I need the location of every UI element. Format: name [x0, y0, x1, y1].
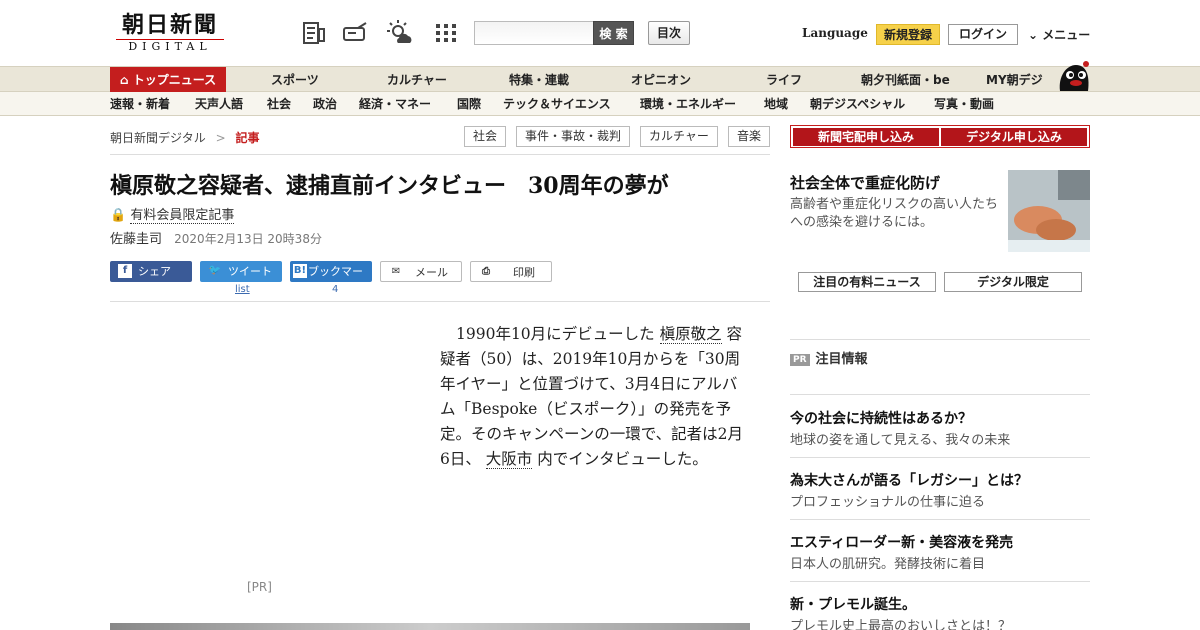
divider: [790, 394, 1090, 395]
pr-section-heading: PR 注目情報: [790, 348, 868, 367]
article-photo[interactable]: [110, 623, 750, 630]
tab-digital-only[interactable]: デジタル限定: [944, 272, 1082, 292]
breadcrumb: 朝日新聞デジタル > 記事: [110, 129, 260, 146]
pr-item-desc: 日本人の肌研究。発酵技術に着目: [790, 557, 986, 572]
subnav-international[interactable]: 国際: [457, 92, 481, 116]
toc-button[interactable]: 目次: [648, 21, 690, 45]
hatena-bookmark-button[interactable]: B! ブックマーク: [290, 261, 372, 299]
subnav-photo[interactable]: 写真・動画: [934, 92, 994, 116]
tag-incident[interactable]: 事件・事故・裁判: [516, 126, 630, 147]
divider: [110, 154, 770, 155]
subnav-society[interactable]: 社会: [267, 92, 291, 116]
nav-culture[interactable]: カルチャー: [387, 67, 447, 93]
menu-button[interactable]: ⌄ メニュー: [1028, 26, 1090, 43]
divider: [790, 339, 1090, 340]
nav-sports[interactable]: スポーツ: [271, 67, 319, 93]
twitter-count[interactable]: list: [235, 284, 250, 295]
pr-item-title: 為末大さんが語る「レガシー」とは？: [790, 473, 1028, 489]
pr-badge: PR: [790, 354, 810, 366]
sub-nav: 速報・新着 天声人語 社会 政治 経済・マネー 国際 テック＆サイエンス 環境・…: [0, 92, 1200, 116]
search-input[interactable]: [474, 21, 594, 45]
subnav-environment[interactable]: 環境・エネルギー: [640, 92, 736, 116]
chevron-down-icon: ⌄: [1028, 28, 1043, 42]
language-link[interactable]: Language: [802, 26, 868, 40]
person-link[interactable]: 槇原敬之: [659, 325, 722, 344]
nav-life[interactable]: ライフ: [766, 67, 802, 93]
register-button[interactable]: 新規登録: [876, 24, 940, 45]
logo-main-text: 朝日新聞: [121, 12, 218, 38]
search-button[interactable]: 検 索: [593, 21, 634, 45]
nav-top-news[interactable]: ⌂ トップニュース: [110, 67, 227, 93]
promo-description[interactable]: 高齢者や重症化リスクの高い人たちへの感染を避けるには。: [790, 196, 1000, 232]
paid-member-label[interactable]: 🔒 有料会員限定記事: [110, 204, 235, 224]
pr-item-title: 今の社会に持続性はあるか？: [790, 411, 972, 427]
promo-image[interactable]: [1008, 170, 1090, 252]
mascot-icon[interactable]: [1056, 59, 1092, 93]
twitter-icon: 🐦: [208, 265, 222, 276]
pr-item[interactable]: 為末大さんが語る「レガシー」とは？ プロフェッショナルの仕事に迫る: [790, 471, 1090, 520]
byline: 佐藤圭司 2020年2月13日 20時38分: [110, 228, 322, 247]
pr-item-title: エスティローダー新・美容液を発売: [790, 535, 1014, 551]
main-nav: ⌂ トップニュース スポーツ カルチャー 特集・連載 オピニオン ライフ 朝夕刊…: [0, 61, 1200, 93]
home-icon: ⌂: [120, 73, 133, 87]
subnav-politics[interactable]: 政治: [313, 92, 337, 116]
facebook-icon: f: [118, 264, 132, 278]
newspaper-icon[interactable]: [300, 19, 328, 47]
article-body: 1990年10月にデビューした 槇原敬之 容疑者（50）は、2019年10月から…: [440, 325, 743, 469]
logo-sub-text: DIGITAL: [116, 39, 224, 53]
tag-society[interactable]: 社会: [464, 126, 506, 147]
nav-my-asahi[interactable]: MY朝デジ: [986, 67, 1043, 93]
apps-grid-icon[interactable]: [432, 19, 460, 47]
subnav-tenseijingo[interactable]: 天声人語: [195, 92, 243, 116]
place-link[interactable]: 大阪市: [485, 450, 533, 469]
publish-date: 2020年2月13日 20時38分: [174, 232, 322, 246]
subnav-latest[interactable]: 速報・新着: [110, 92, 170, 116]
login-button[interactable]: ログイン: [948, 24, 1018, 45]
nav-opinion[interactable]: オピニオン: [631, 67, 691, 93]
pr-item[interactable]: エスティローダー新・美容液を発売 日本人の肌研究。発酵技術に着目: [790, 533, 1090, 582]
subnav-economy[interactable]: 経済・マネー: [359, 92, 431, 116]
mail-icon: ✉: [391, 266, 401, 277]
article-headline: 槇原敬之容疑者、逮捕直前インタビュー 30周年の夢が: [110, 173, 669, 199]
newspaper-subscribe-button[interactable]: 新聞宅配申し込み: [793, 128, 939, 146]
tag-culture[interactable]: カルチャー: [640, 126, 718, 147]
pr-item[interactable]: 新・プレモル誕生。 プレモル史上最高のおいしさとは！？: [790, 595, 1090, 630]
megaphone-icon[interactable]: [342, 19, 370, 47]
print-icon: ⎙: [482, 266, 490, 277]
subscription-box: 新聞宅配申し込み デジタル申し込み: [790, 125, 1090, 148]
pr-item-desc: プレモル史上最高のおいしさとは！？: [790, 619, 1012, 630]
asahi-logo[interactable]: 朝日新聞 DIGITAL: [110, 12, 230, 54]
print-button[interactable]: ⎙ 印刷: [470, 261, 552, 282]
breadcrumb-separator: >: [215, 131, 226, 145]
nav-features[interactable]: 特集・連載: [509, 67, 569, 93]
digital-subscribe-button[interactable]: デジタル申し込み: [941, 128, 1087, 146]
hatena-count[interactable]: 4: [332, 284, 338, 295]
twitter-share-button[interactable]: 🐦 ツイート: [200, 261, 282, 282]
subnav-special[interactable]: 朝デジスペシャル: [810, 92, 905, 116]
menu-label: メニュー: [1042, 28, 1091, 42]
pr-item-desc: プロフェッショナルの仕事に迫る: [790, 495, 986, 510]
breadcrumb-current: 記事: [235, 131, 260, 145]
breadcrumb-home[interactable]: 朝日新聞デジタル: [110, 131, 206, 145]
tag-music[interactable]: 音楽: [728, 126, 770, 147]
pr-item[interactable]: 今の社会に持続性はあるか？ 地球の姿を通して見える、我々の未来: [790, 409, 1090, 458]
mail-share-button[interactable]: ✉ メール: [380, 261, 462, 282]
subnav-tech[interactable]: テック＆サイエンス: [503, 92, 611, 116]
promo-title[interactable]: 社会全体で重症化防げ: [790, 172, 940, 193]
divider: [110, 301, 770, 302]
nav-newspaper[interactable]: 朝夕刊紙面・be: [861, 67, 950, 93]
subnav-local[interactable]: 地域: [764, 92, 788, 116]
author: 佐藤圭司: [110, 232, 163, 247]
weather-icon[interactable]: [386, 19, 414, 47]
pr-item-desc: 地球の姿を通して見える、我々の未来: [790, 433, 1011, 448]
hatena-icon: B!: [293, 264, 307, 278]
pr-label: [PR]: [247, 580, 272, 594]
lock-icon: 🔒: [110, 208, 127, 223]
facebook-share-button[interactable]: f シェア: [110, 261, 192, 282]
pr-item-title: 新・プレモル誕生。: [790, 597, 916, 613]
tab-paid-news[interactable]: 注目の有料ニュース: [798, 272, 936, 292]
